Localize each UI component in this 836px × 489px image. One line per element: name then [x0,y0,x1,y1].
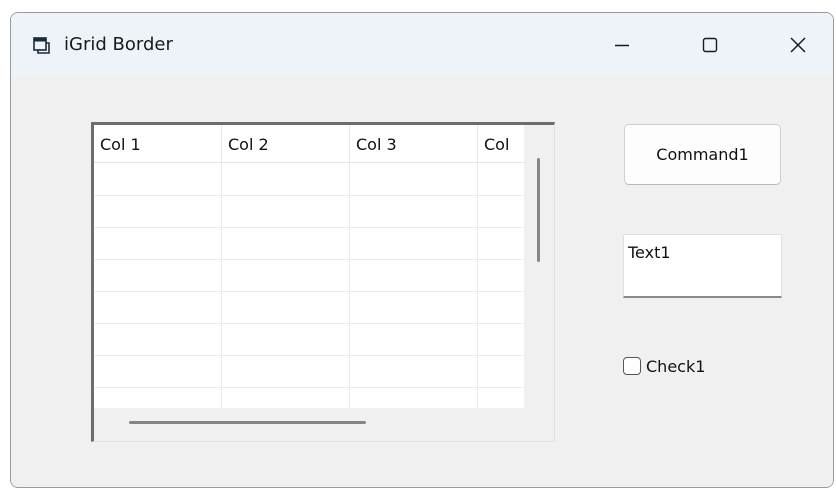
window-title: iGrid Border [64,34,173,55]
text1-input[interactable]: Text1 [623,234,782,298]
grid-column-divider [221,163,222,408]
column-header-4[interactable]: Col [478,125,524,163]
command1-button[interactable]: Command1 [624,124,781,185]
maximize-icon [702,37,718,52]
grid-row-divider [94,195,524,196]
grid-column-divider [477,163,478,408]
igrid-control[interactable]: Col 1 Col 2 Col 3 Col [91,122,555,442]
column-header-1[interactable]: Col 1 [94,125,222,163]
minimize-button[interactable] [587,13,657,76]
grid-viewport[interactable]: Col 1 Col 2 Col 3 Col [94,125,524,408]
form-icon[interactable] [31,35,51,55]
grid-row-divider [94,227,524,228]
grid-row-divider [94,291,524,292]
grid-row-divider [94,323,524,324]
app-window: iGrid Border Col 1 Col 2 Col 3 Col Comma… [10,12,834,488]
maximize-button[interactable] [675,13,745,76]
column-header-2[interactable]: Col 2 [222,125,350,163]
grid-header: Col 1 Col 2 Col 3 Col [94,125,524,163]
close-icon [790,36,806,53]
title-bar[interactable]: iGrid Border [11,13,833,76]
grid-row-divider [94,259,524,260]
close-button[interactable] [763,13,833,76]
grid-row-divider [94,355,524,356]
column-header-3[interactable]: Col 3 [350,125,478,163]
form-client-area: Col 1 Col 2 Col 3 Col Command1 Text1 Che… [11,76,833,487]
horizontal-scrollbar-thumb[interactable] [129,421,366,424]
check1-checkbox[interactable]: Check1 [623,354,705,378]
checkbox-label[interactable]: Check1 [646,357,705,376]
grid-column-divider [349,163,350,408]
vertical-scrollbar-thumb[interactable] [537,158,540,262]
minimize-icon [615,44,629,46]
grid-row-divider [94,387,524,388]
checkbox-box[interactable] [623,357,641,375]
